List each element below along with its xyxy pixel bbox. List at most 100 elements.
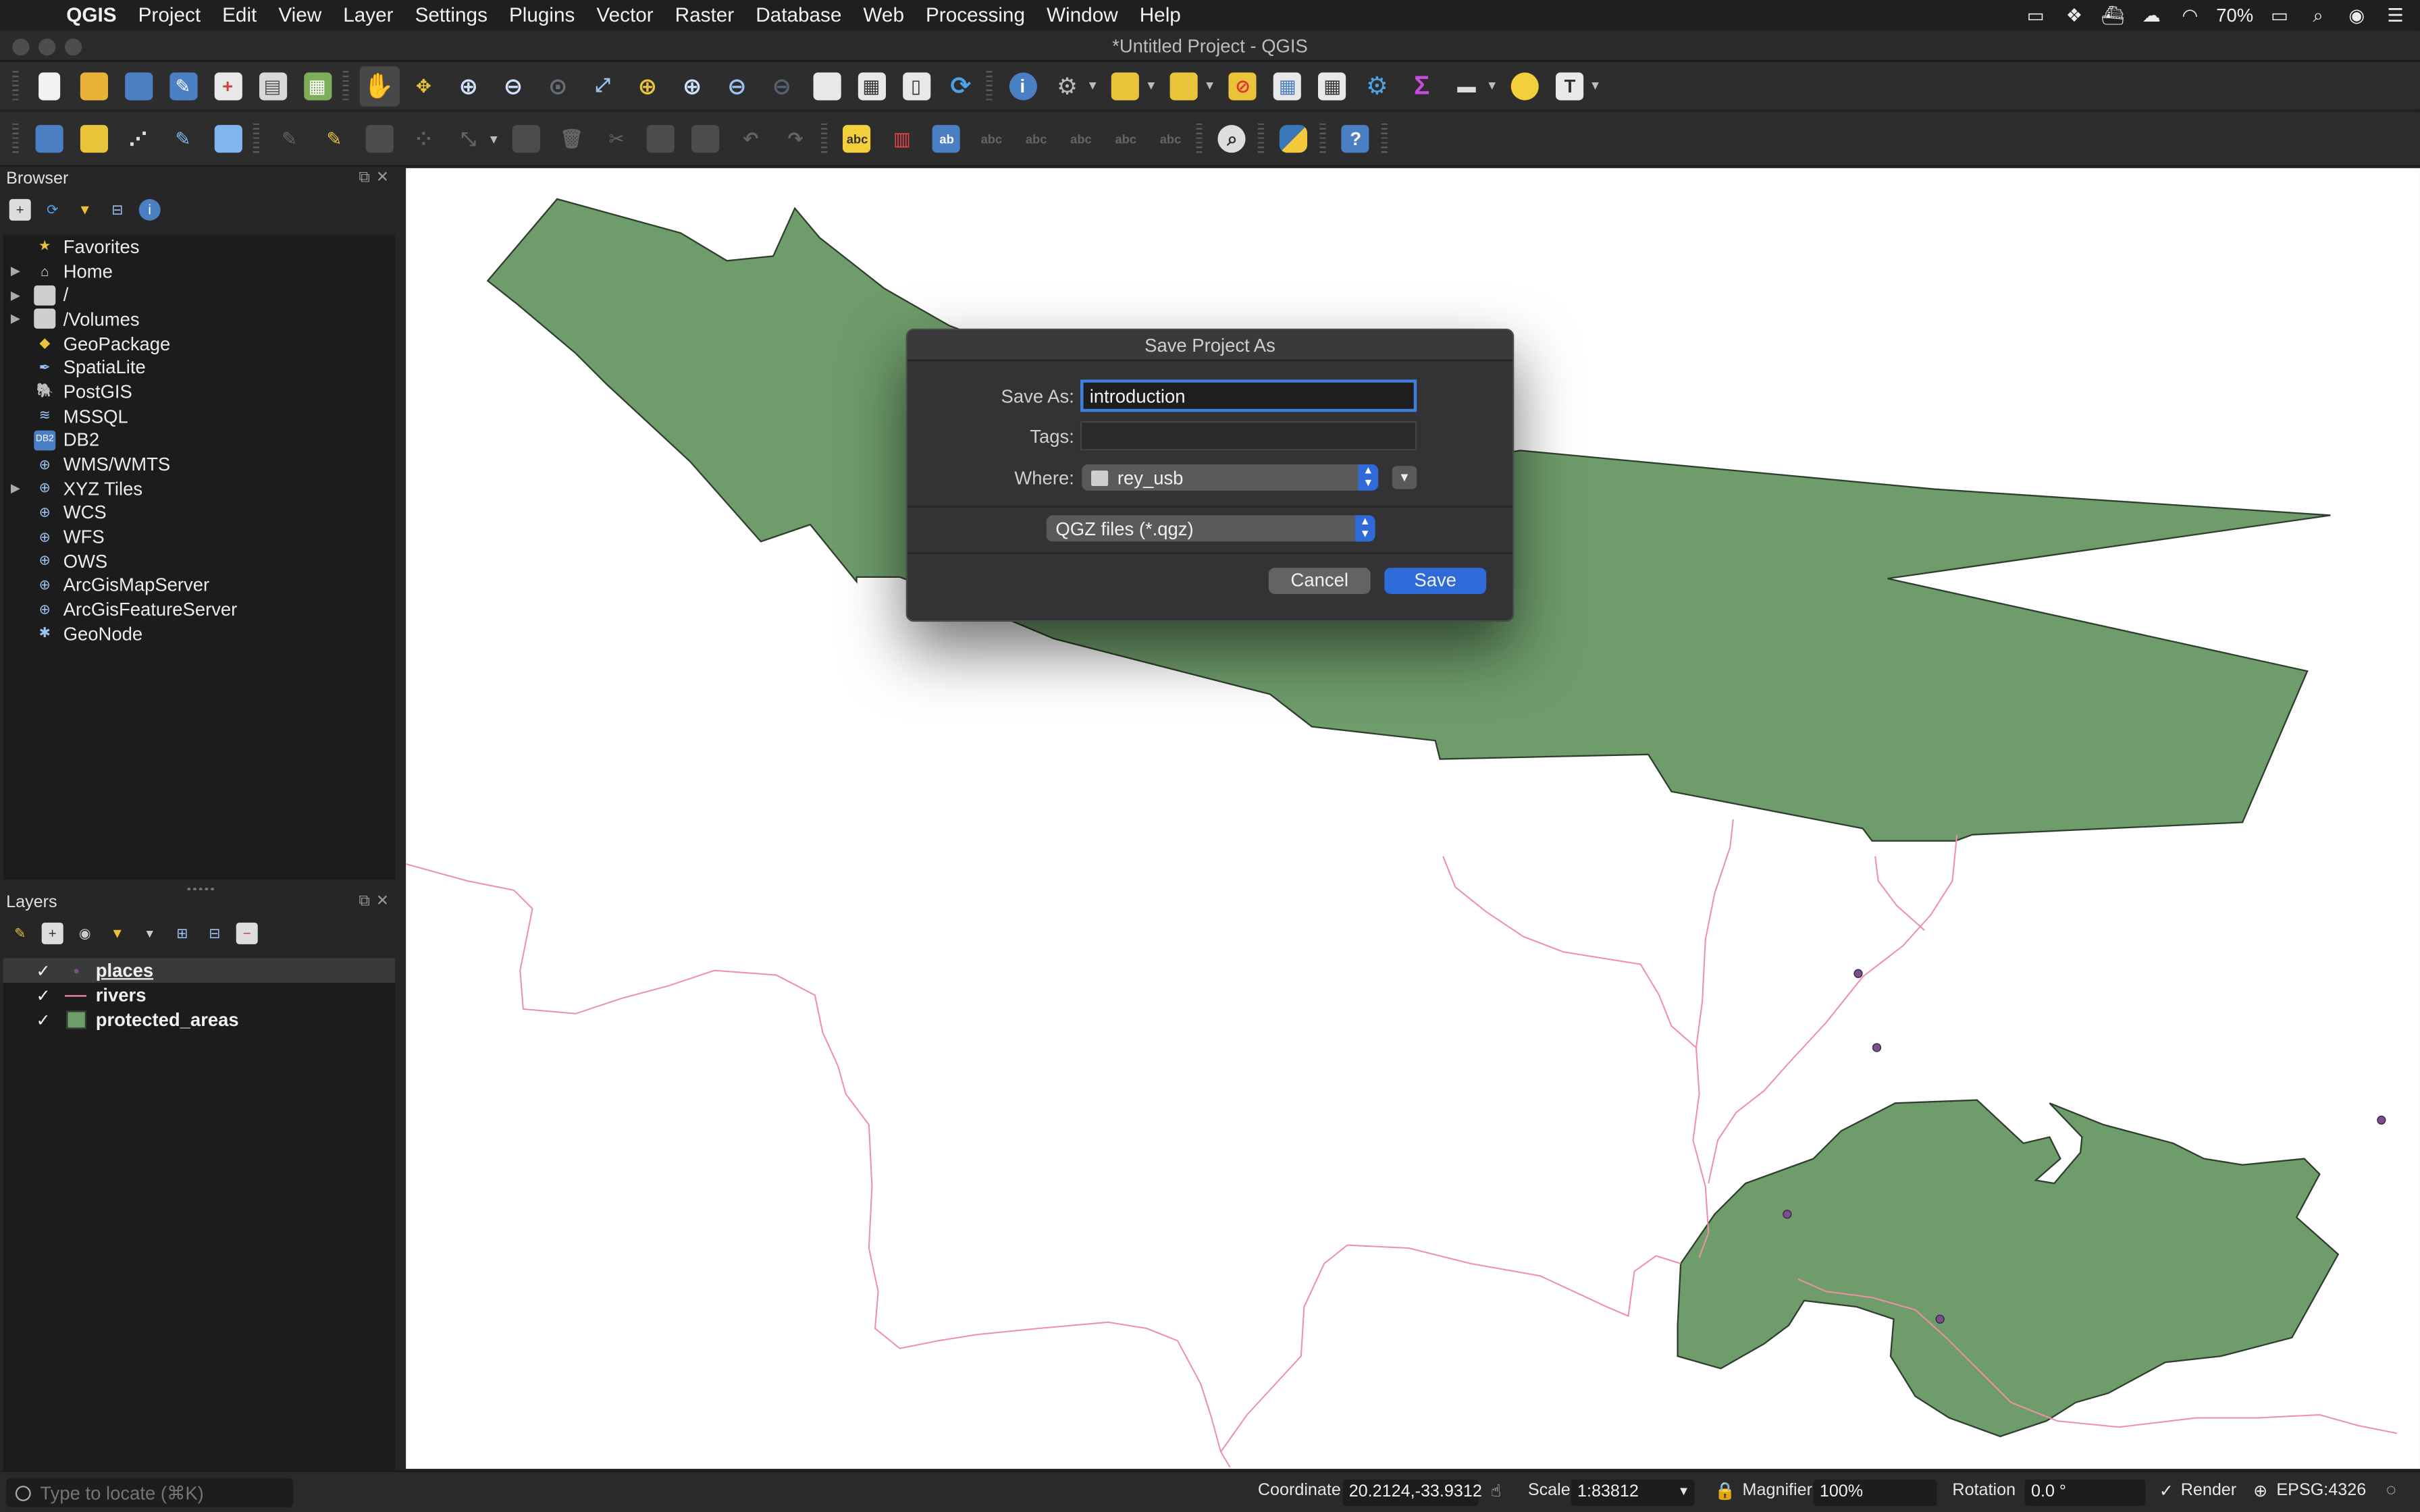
where-location-select[interactable]: rey_usb ▲ ▼ <box>1082 464 1379 491</box>
toolbar-grip[interactable] <box>820 123 827 155</box>
browser-item-mssql[interactable]: ≋ MSSQL <box>3 404 396 428</box>
measure-line-button[interactable]: ▬ <box>1446 65 1486 105</box>
chevron-down-icon[interactable]: ▼ <box>1486 79 1498 93</box>
rotation-field[interactable]: 0.0 ° <box>2024 1479 2146 1506</box>
layer-visibility-checkbox[interactable]: ✓ <box>34 961 52 980</box>
zoom-to-selection-button[interactable]: ⊕ <box>627 65 667 105</box>
toolbar-grip[interactable] <box>986 70 993 101</box>
chevron-down-icon[interactable]: ▼ <box>488 132 500 146</box>
statistical-summary-button[interactable]: Σ <box>1402 65 1442 105</box>
spotlight-search-icon[interactable]: ⌕ <box>2306 4 2331 26</box>
toolbar-grip[interactable] <box>1319 123 1326 155</box>
field-calculator-button[interactable]: ▦ <box>1312 65 1352 105</box>
airplay-icon[interactable]: ▭ <box>2023 5 2048 26</box>
browser-item-postgis[interactable]: 🐘 PostGIS <box>3 380 396 404</box>
save-as-field[interactable] <box>1080 379 1417 412</box>
refresh-button[interactable]: ⟳ <box>941 65 980 105</box>
browser-item-xyz-tiles[interactable]: ▶ ⊕ XYZ Tiles <box>3 477 396 501</box>
layer-row-protected-areas[interactable]: ✓ protected_areas <box>3 1008 396 1033</box>
toolbar-grip[interactable] <box>12 70 19 101</box>
toolbar-grip[interactable] <box>1257 123 1264 155</box>
zoom-native-button[interactable]: ⊙ <box>538 65 578 105</box>
zoom-full-button[interactable]: ⤢ <box>583 65 623 105</box>
menu-settings[interactable]: Settings <box>404 0 498 31</box>
filter-icon[interactable]: ▼ <box>74 199 96 221</box>
add-group-icon[interactable]: + <box>41 922 63 944</box>
new-3d-map-view-button[interactable]: ▦ <box>851 65 891 105</box>
messages-icon[interactable]: ◌ <box>2386 1481 2396 1499</box>
chevron-down-icon[interactable]: ▼ <box>1589 79 1602 93</box>
browser-item-root[interactable]: ▶ / <box>3 283 396 307</box>
attribute-table-button[interactable]: ▦ <box>1267 65 1307 105</box>
scale-field[interactable]: 1:83812 <box>1571 1479 1695 1506</box>
browser-item-arcgisfeatureserver[interactable]: ⊕ ArcGisFeatureServer <box>3 597 396 622</box>
expand-all-icon[interactable]: ⊞ <box>172 923 193 944</box>
panel-float-close-icon[interactable]: ⧉✕ <box>359 893 395 910</box>
select-by-value-button[interactable] <box>1164 65 1204 105</box>
coordinate-field[interactable]: 20.2124,-33.9312 <box>1342 1479 1482 1506</box>
identify-features-button[interactable]: i <box>1003 65 1043 105</box>
panel-float-close-icon[interactable]: ⧉✕ <box>359 169 395 186</box>
paste-features-button[interactable] <box>686 119 726 159</box>
menu-window[interactable]: Window <box>1036 0 1129 31</box>
render-checkbox[interactable]: ✓ <box>2159 1481 2174 1501</box>
browser-item-geonode[interactable]: ✱ GeoNode <box>3 622 396 646</box>
expand-arrow-icon[interactable]: ▶ <box>6 313 24 327</box>
pan-map-button[interactable]: ✋ <box>359 65 399 106</box>
magnifier-field[interactable]: 100% <box>1813 1479 1937 1506</box>
menu-plugins[interactable]: Plugins <box>498 0 585 31</box>
tags-field[interactable] <box>1080 421 1417 451</box>
chevron-down-icon[interactable]: ▼ <box>1145 79 1157 93</box>
save-project-as-button[interactable]: ✎ <box>163 65 203 105</box>
siri-icon[interactable]: ◉ <box>2344 5 2369 26</box>
layer-row-places[interactable]: ✓ places <box>3 958 396 983</box>
expand-browser-button[interactable]: ▼ <box>1392 466 1417 489</box>
manage-map-themes-icon[interactable]: ◉ <box>74 923 96 944</box>
crs-value[interactable]: EPSG:4326 <box>2276 1481 2366 1499</box>
modify-attributes-button[interactable] <box>507 119 547 159</box>
data-source-manager-button[interactable] <box>28 119 68 159</box>
browser-item-geopackage[interactable]: ◆ GeoPackage <box>3 331 396 356</box>
docker-icon[interactable]: ⛴ <box>2101 5 2126 26</box>
crs-globe-icon[interactable]: ⊕ <box>2253 1481 2267 1501</box>
browser-item-wcs[interactable]: ⊕ WCS <box>3 501 396 525</box>
highlight-pinned-labels-button[interactable]: ab <box>926 119 966 159</box>
expand-arrow-icon[interactable]: ▶ <box>6 288 24 302</box>
lock-scale-icon[interactable]: 🔒 <box>1714 1481 1735 1501</box>
zoom-out-button[interactable]: ⊖ <box>493 65 533 105</box>
expand-arrow-icon[interactable]: ▶ <box>6 264 24 278</box>
place-point[interactable] <box>1935 1314 1945 1324</box>
rotate-label-button[interactable]: abc <box>1106 119 1146 159</box>
toolbar-grip[interactable] <box>1381 123 1388 155</box>
toolbar-grip[interactable] <box>342 70 349 101</box>
help-button[interactable]: ? <box>1336 119 1375 159</box>
locator-bar[interactable] <box>6 1478 294 1508</box>
collapse-all-icon[interactable]: ⊟ <box>107 199 128 221</box>
processing-toolbox-button[interactable]: ⚙ <box>1357 65 1397 105</box>
filter-by-expression-icon[interactable]: ▾ <box>139 923 161 944</box>
spatial-bookmark-button[interactable]: ▯ <box>896 65 936 105</box>
save-edits-button[interactable] <box>359 119 398 159</box>
notification-center-icon[interactable]: ☰ <box>2383 5 2408 26</box>
zoom-next-button[interactable]: ⊖ <box>762 65 801 105</box>
file-format-select[interactable]: QGZ files (*.qgz) ▲ ▼ <box>1046 515 1375 542</box>
menu-processing[interactable]: Processing <box>915 0 1036 31</box>
menu-edit[interactable]: Edit <box>211 0 267 31</box>
filter-legend-icon[interactable]: ▼ <box>107 923 128 944</box>
browser-item-volumes[interactable]: ▶ /Volumes <box>3 307 396 331</box>
browser-item-favorites[interactable]: ★ Favorites <box>3 234 396 259</box>
layer-visibility-checkbox[interactable]: ✓ <box>34 985 52 1005</box>
style-manager-button[interactable]: ▦ <box>297 65 337 105</box>
cut-features-button[interactable]: ✂ <box>596 119 636 159</box>
expand-arrow-icon[interactable]: ▶ <box>6 482 24 496</box>
place-point[interactable] <box>1872 1043 1882 1052</box>
toolbar-grip[interactable] <box>253 123 259 155</box>
chevron-down-icon[interactable]: ▼ <box>1678 1484 1690 1498</box>
browser-item-spatialite[interactable]: ✒ SpatiaLite <box>3 356 396 380</box>
run-feature-action-button[interactable]: ⚙ <box>1047 65 1087 105</box>
place-point[interactable] <box>1783 1210 1792 1219</box>
vertex-tool-button[interactable]: ⤡ <box>448 119 488 159</box>
zoom-to-layer-button[interactable]: ⊕ <box>672 65 712 105</box>
new-project-button[interactable] <box>28 65 68 105</box>
collapse-all-icon[interactable]: ⊟ <box>204 923 226 944</box>
